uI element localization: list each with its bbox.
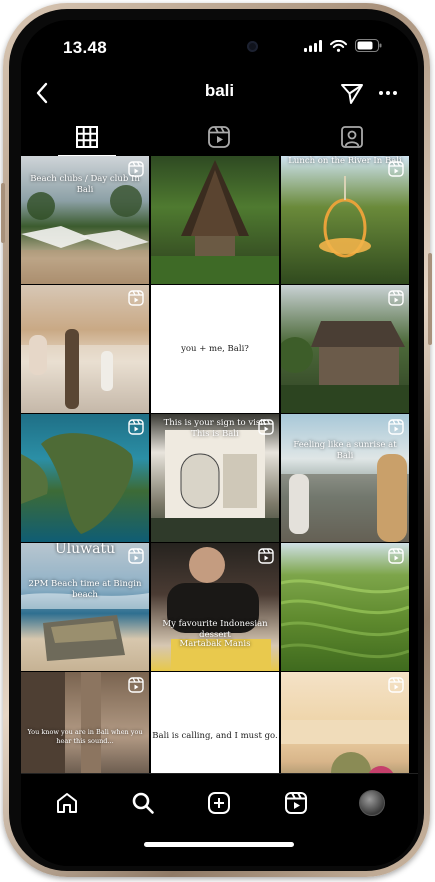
grid-icon	[76, 126, 99, 148]
camera-icon	[247, 41, 258, 52]
dynamic-island	[164, 30, 276, 63]
post-tile[interactable]	[21, 285, 149, 413]
bottom-nav-row	[21, 786, 418, 820]
post-caption-secondary: Martabak Manis	[179, 639, 251, 649]
post-tile[interactable]: My favourite Indonesian dessert Martabak…	[151, 543, 279, 671]
reels-icon	[208, 126, 231, 148]
reel-badge-icon	[388, 419, 404, 435]
tab-grid[interactable]	[21, 118, 153, 156]
post-tile[interactable]: you + me, Bali?	[151, 285, 279, 413]
nav-home[interactable]	[50, 786, 84, 820]
reel-badge-icon	[388, 548, 404, 564]
home-indicator[interactable]	[144, 842, 294, 847]
post-tile[interactable]: Feeling like a sunrise at Bali	[281, 414, 409, 542]
post-tile[interactable]: Beach clubs / Day club In Bali	[21, 156, 149, 284]
tagged-icon	[340, 126, 363, 148]
phone-frame: 13.48 bali Beach clubs / Day club In Bal…	[1, 3, 432, 877]
post-tile[interactable]	[21, 414, 149, 542]
screen: 13.48 bali Beach clubs / Day club In Bal…	[21, 20, 418, 866]
more-icon[interactable]	[374, 79, 402, 107]
reel-badge-icon	[388, 290, 404, 306]
reel-badge-icon	[128, 419, 144, 435]
side-button	[1, 183, 5, 243]
post-tile[interactable]	[281, 672, 409, 773]
reels-icon	[284, 792, 307, 814]
post-tile[interactable]: Bali is calling, and I must go.	[151, 672, 279, 773]
wifi-icon	[330, 39, 347, 52]
post-caption: My favourite Indonesian dessert	[162, 619, 268, 640]
post-tile[interactable]	[151, 156, 279, 284]
plus-square-icon	[208, 792, 231, 814]
tab-tagged[interactable]	[286, 118, 418, 156]
reel-badge-icon	[128, 677, 144, 693]
nav-reels[interactable]	[279, 786, 313, 820]
nav-create[interactable]	[202, 786, 236, 820]
search-icon	[132, 792, 155, 814]
profile-tabs	[21, 118, 418, 156]
post-caption: you + me, Bali?	[181, 344, 249, 354]
battery-icon	[355, 39, 382, 52]
post-caption: You know you are in Bali when you hear t…	[27, 728, 143, 745]
posts-grid: Beach clubs / Day club In Bali Lunch on …	[21, 156, 418, 773]
avatar	[358, 790, 385, 816]
home-icon	[57, 793, 78, 813]
status-time: 13.48	[63, 38, 108, 57]
post-tile[interactable]: Lunch on the River In Bali	[281, 156, 409, 284]
post-caption: Beach clubs / Day club In Bali	[30, 174, 140, 195]
reel-badge-icon	[388, 161, 404, 177]
nav-profile[interactable]	[355, 786, 389, 820]
bamboo-house-image	[151, 160, 279, 284]
tab-reels[interactable]	[153, 118, 285, 156]
post-caption: Bali is calling, and I must go.	[152, 731, 278, 741]
side-button	[428, 253, 432, 345]
post-tile[interactable]: You know you are in Bali when you hear t…	[21, 672, 149, 773]
post-tile[interactable]	[281, 543, 409, 671]
post-tile[interactable]: This is your sign to visit This is Bali	[151, 414, 279, 542]
post-tile[interactable]: Uluwatu 2PM Beach time at Bingin beach	[21, 543, 149, 671]
post-tile[interactable]	[281, 285, 409, 413]
reel-badge-icon	[128, 161, 144, 177]
bottom-nav	[21, 773, 418, 866]
header: bali	[21, 72, 418, 112]
reel-badge-icon	[128, 290, 144, 306]
reel-badge-icon	[128, 548, 144, 564]
status-bar: 13.48	[21, 20, 418, 72]
status-icons	[304, 39, 382, 52]
reel-badge-icon	[258, 548, 274, 564]
reel-badge-icon	[258, 419, 274, 435]
send-icon[interactable]	[338, 79, 366, 107]
signal-icon	[304, 39, 322, 52]
post-caption: Feeling like a sunrise at Bali	[293, 440, 397, 461]
nav-search[interactable]	[126, 786, 160, 820]
post-caption-secondary: 2PM Beach time at Bingin beach	[28, 579, 142, 600]
reel-badge-icon	[388, 677, 404, 693]
